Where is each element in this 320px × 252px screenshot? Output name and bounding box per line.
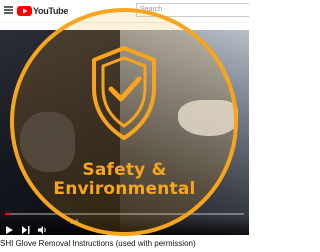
menu-icon[interactable] xyxy=(4,6,13,14)
video-frame-light-area xyxy=(120,30,249,235)
next-icon[interactable] xyxy=(22,221,30,235)
progress-bar[interactable] xyxy=(5,213,244,215)
volume-icon[interactable] xyxy=(38,221,48,235)
video-player[interactable]: 0:0 xyxy=(0,30,249,235)
youtube-logo[interactable]: YouTube xyxy=(17,5,68,17)
progress-bar-fill xyxy=(5,213,10,215)
time-display: 0:0 xyxy=(70,220,79,226)
youtube-embed-page: YouTube Search 0:0 Safety & Environmenta… xyxy=(0,0,249,252)
video-title[interactable]: SHI Glove Removal Instructions (used wit… xyxy=(0,239,249,248)
play-icon[interactable] xyxy=(6,221,13,235)
gloved-hand xyxy=(178,100,238,136)
youtube-header: YouTube Search xyxy=(0,0,249,23)
badge-title-line1: Safety & xyxy=(82,160,167,180)
youtube-play-logo-icon xyxy=(17,6,32,16)
badge-title-line2: Environmental xyxy=(53,179,196,199)
search-input[interactable]: Search xyxy=(136,3,249,17)
youtube-wordmark: YouTube xyxy=(33,6,69,16)
